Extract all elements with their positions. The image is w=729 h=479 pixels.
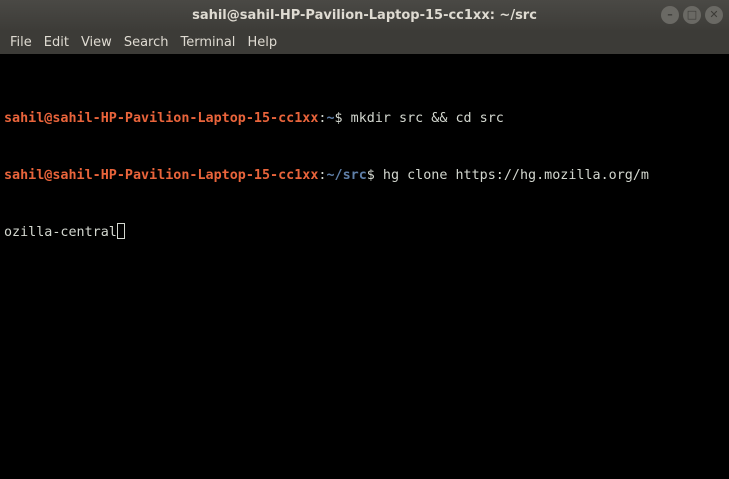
prompt-symbol: $ (334, 111, 351, 126)
prompt-path: ~/src (326, 168, 367, 183)
prompt-user: sahil@sahil-HP-Pavilion-Laptop-15-cc1xx (4, 111, 319, 126)
menu-terminal[interactable]: Terminal (176, 35, 239, 50)
terminal-line: ozilla-central (4, 223, 729, 242)
terminal-line: sahil@sahil-HP-Pavilion-Laptop-15-cc1xx:… (4, 166, 729, 185)
window-controls: – □ ✕ (661, 6, 723, 24)
maximize-icon[interactable]: □ (683, 6, 701, 24)
prompt-user: sahil@sahil-HP-Pavilion-Laptop-15-cc1xx (4, 168, 319, 183)
menu-bar: File Edit View Search Terminal Help (0, 30, 729, 54)
close-icon[interactable]: ✕ (705, 6, 723, 24)
command-text: hg clone https://hg.mozilla.org/m (382, 168, 649, 183)
terminal-line: sahil@sahil-HP-Pavilion-Laptop-15-cc1xx:… (4, 109, 729, 128)
terminal-output[interactable]: sahil@sahil-HP-Pavilion-Laptop-15-cc1xx:… (0, 54, 729, 479)
menu-search[interactable]: Search (120, 35, 173, 50)
menu-help[interactable]: Help (243, 35, 281, 50)
window-title: sahil@sahil-HP-Pavilion-Laptop-15-cc1xx:… (192, 7, 537, 23)
minimize-icon[interactable]: – (661, 6, 679, 24)
command-text: mkdir src && cd src (350, 111, 504, 126)
menu-view[interactable]: View (77, 35, 116, 50)
title-bar[interactable]: sahil@sahil-HP-Pavilion-Laptop-15-cc1xx:… (0, 0, 729, 30)
menu-file[interactable]: File (6, 35, 36, 50)
prompt-path: ~ (326, 111, 335, 126)
text-cursor (116, 223, 125, 239)
terminal-window: sahil@sahil-HP-Pavilion-Laptop-15-cc1xx:… (0, 0, 729, 479)
command-text-wrapped: ozilla-central (4, 225, 117, 240)
prompt-symbol: $ (366, 168, 383, 183)
menu-edit[interactable]: Edit (40, 35, 73, 50)
